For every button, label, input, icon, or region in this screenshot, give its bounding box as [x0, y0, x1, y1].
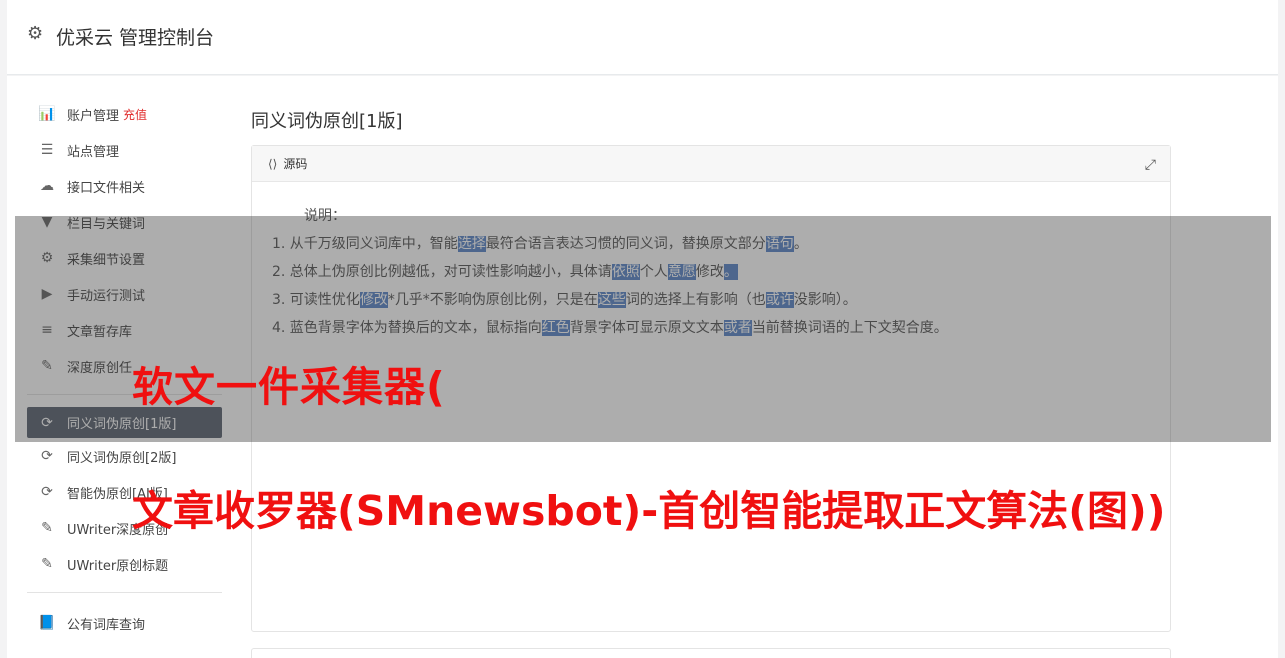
overlay-title-line2: 文章收罗器(SMnewsbot)-首创智能提取正文算法(图)): [132, 487, 1166, 535]
brand-title: 优采云 管理控制台: [56, 27, 215, 49]
sidebar-divider: [27, 592, 222, 593]
bar-chart-icon: 📊: [38, 106, 56, 122]
refresh-icon: ⟳: [41, 448, 53, 464]
sidebar-item[interactable]: 📘 公有词库查询: [27, 605, 222, 641]
box-header: ⟨⟩ 源码 ⤢: [252, 146, 1170, 182]
code-file-icon: ⟨⟩: [268, 156, 278, 171]
book-icon: 📘: [38, 615, 56, 631]
sidebar-item-label: UWriter原创标题: [67, 558, 169, 574]
sidebar-item-label: 接口文件相关: [67, 180, 146, 196]
sidebar-item-label: 公有词库查询: [67, 617, 146, 633]
box-header-label: 源码: [283, 157, 308, 171]
sidebar-item[interactable]: ☁ 接口文件相关: [27, 168, 222, 204]
recharge-link[interactable]: 充值: [123, 106, 147, 123]
refresh-icon: ⟳: [41, 484, 53, 500]
server-icon: ☰: [40, 142, 54, 158]
edit-icon: ✎: [41, 520, 53, 536]
edit-icon: ✎: [41, 556, 53, 572]
top-bar: ⚙ 优采云 管理控制台: [7, 0, 1278, 75]
sidebar-item[interactable]: ⟳ 同义词伪原创[2版]: [27, 438, 222, 474]
sidebar-item[interactable]: ☰ 站点管理: [27, 132, 222, 168]
second-box: [251, 648, 1171, 658]
sidebar-item-label: 站点管理: [67, 144, 120, 160]
cloud-upload-icon: ☁: [40, 178, 54, 194]
sidebar-item[interactable]: ✎ UWriter原创标题: [27, 546, 222, 582]
sidebar-item[interactable]: 📊 账户管理 充值: [27, 96, 222, 132]
page-title: 同义词伪原创[1版]: [251, 111, 403, 132]
sidebar-item-label: 账户管理: [67, 108, 120, 124]
expand-icon[interactable]: ⤢: [1145, 157, 1156, 173]
sidebar-item-label: 同义词伪原创[2版]: [67, 450, 177, 466]
gear-icon[interactable]: ⚙: [27, 24, 47, 44]
overlay-title-line1: 软文一件采集器(: [132, 363, 446, 411]
